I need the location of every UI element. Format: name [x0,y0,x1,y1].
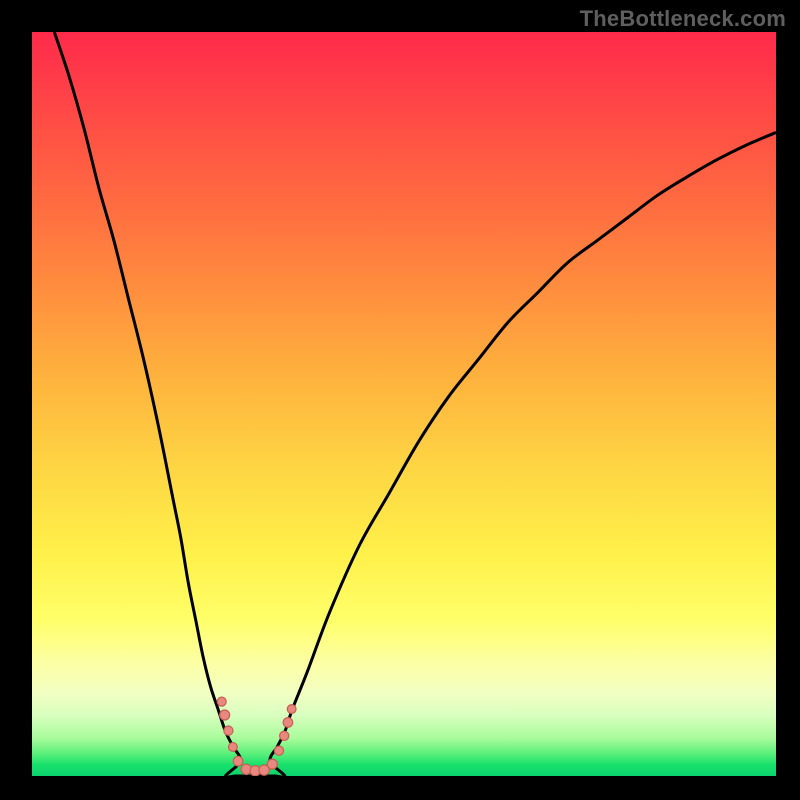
curve-marker [220,710,230,720]
chart-svg [32,32,776,776]
watermark-text: TheBottleneck.com [580,6,786,32]
curve-marker [283,718,293,728]
curve-marker [280,731,289,740]
plot-area [32,32,776,776]
chart-frame: TheBottleneck.com [0,0,800,800]
curve-marker [274,746,283,755]
curve-marker [224,726,233,735]
curve-marker [228,743,237,752]
curve-marker [267,759,277,769]
curve-marker [217,697,226,706]
curve-marker [233,756,243,766]
curve-marker [287,705,296,714]
bottleneck-curve [54,32,776,776]
